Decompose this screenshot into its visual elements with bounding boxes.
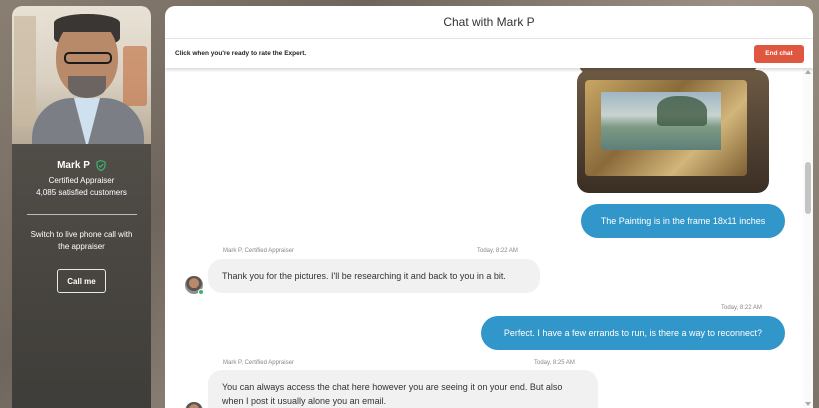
expert-avatar <box>185 276 204 295</box>
scroll-down-icon[interactable] <box>805 402 811 406</box>
online-status-icon <box>198 289 204 295</box>
scroll-thumb[interactable] <box>805 162 811 214</box>
expert-photo <box>12 6 151 144</box>
message-text: Thank you for the pictures. I'll be rese… <box>222 271 506 281</box>
message-author: Mark P, Certified Appraiser <box>223 248 294 254</box>
expert-message-1: Thank you for the pictures. I'll be rese… <box>208 259 540 293</box>
customer-message-2: Perfect. I have a few errands to run, is… <box>481 316 785 350</box>
customer-message-1: The Painting is in the frame 18x11 inche… <box>581 204 785 238</box>
call-me-button[interactable]: Call me <box>57 269 106 293</box>
message-author: Mark P, Certified Appraiser <box>223 360 294 366</box>
chat-title: Chat with Mark P <box>165 6 813 39</box>
message-text: Perfect. I have a few errands to run, is… <box>503 328 763 338</box>
message-list: The Painting is in the frame 18x11 inche… <box>165 64 813 408</box>
expert-name: Mark P <box>57 160 90 171</box>
expert-avatar <box>185 402 203 408</box>
expert-profile: Mark P Certified Appraiser 4,085 satisfi… <box>12 144 151 293</box>
expert-title: Certified Appraiser <box>48 176 115 185</box>
painting-trees <box>657 96 707 126</box>
chat-scrollbar[interactable] <box>803 68 813 408</box>
rate-expert-text: Click when you're ready to rate the Expe… <box>175 50 307 57</box>
expert-message-2: You can always access the chat here howe… <box>208 370 598 408</box>
chat-panel: Chat with Mark P Click when you're ready… <box>165 6 813 408</box>
expert-sidebar: Mark P Certified Appraiser 4,085 satisfi… <box>12 6 151 408</box>
message-time: Today, 8:25 AM <box>534 360 575 366</box>
rate-bar: Click when you're ready to rate the Expe… <box>165 39 813 68</box>
shield-check-icon <box>96 159 106 172</box>
scroll-up-icon[interactable] <box>805 70 811 74</box>
message-time: Today, 8:22 AM <box>477 248 518 254</box>
painting-image[interactable] <box>577 70 769 193</box>
sidebar-divider <box>26 214 137 215</box>
satisfied-customers: 4,085 satisfied customers <box>36 188 127 197</box>
message-text: The Painting is in the frame 18x11 inche… <box>600 216 766 226</box>
end-chat-button[interactable]: End chat <box>754 44 804 63</box>
message-time: Today, 8:22 AM <box>721 305 762 311</box>
message-text: You can always access the chat here howe… <box>222 382 563 406</box>
phone-call-text: Switch to live phone call with the appra… <box>30 230 133 251</box>
